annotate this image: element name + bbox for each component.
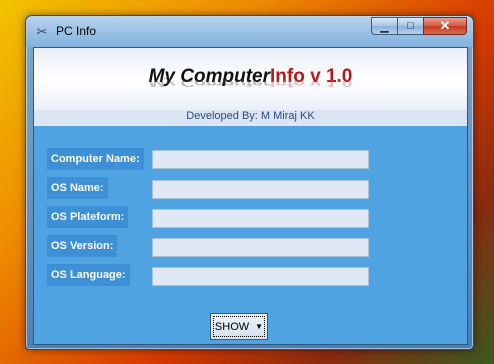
close-icon: ✕	[439, 18, 451, 33]
title-bar[interactable]: ✂ PC Info ▁ □ ✕	[26, 16, 473, 47]
chevron-down-icon: ▼	[255, 322, 264, 331]
os-version-label: OS Version:	[47, 235, 118, 257]
os-language-label: OS Language:	[47, 264, 130, 286]
computer-name-label: Computer Name:	[47, 148, 144, 170]
os-name-label: OS Name:	[47, 177, 108, 199]
computer-name-field[interactable]	[152, 150, 369, 169]
show-button[interactable]: SHOW ▼	[210, 313, 268, 340]
client-area: My ComputerInfo v 1.0 My ComputerInfo v …	[33, 47, 468, 345]
banner-title-reflection: My ComputerInfo v 1.0	[34, 77, 467, 89]
os-plateform-label: OS Plateform:	[47, 206, 129, 228]
pc-info-window: ✂ PC Info ▁ □ ✕ My ComputerInfo v 1.0 My…	[25, 15, 474, 350]
reflection-part-b: Info v 1.0	[270, 77, 353, 89]
banner: My ComputerInfo v 1.0 My ComputerInfo v …	[34, 48, 467, 126]
minimize-button[interactable]: ▁	[371, 17, 397, 35]
close-button[interactable]: ✕	[423, 17, 467, 35]
developer-credit: Developed By: M Miraj KK	[34, 110, 467, 124]
os-language-field[interactable]	[152, 267, 369, 286]
reflection-part-a: My Computer	[148, 77, 271, 89]
maximize-icon: □	[407, 20, 414, 32]
maximize-button[interactable]: □	[397, 17, 423, 35]
minimize-icon: ▁	[380, 20, 389, 33]
os-plateform-field[interactable]	[152, 209, 369, 228]
os-name-field[interactable]	[152, 180, 369, 199]
window-title: PC Info	[56, 24, 97, 38]
os-version-field[interactable]	[152, 238, 369, 257]
show-button-label: SHOW	[214, 320, 250, 333]
tools-icon: ✂	[36, 24, 48, 39]
caption-buttons: ▁ □ ✕	[371, 17, 467, 36]
